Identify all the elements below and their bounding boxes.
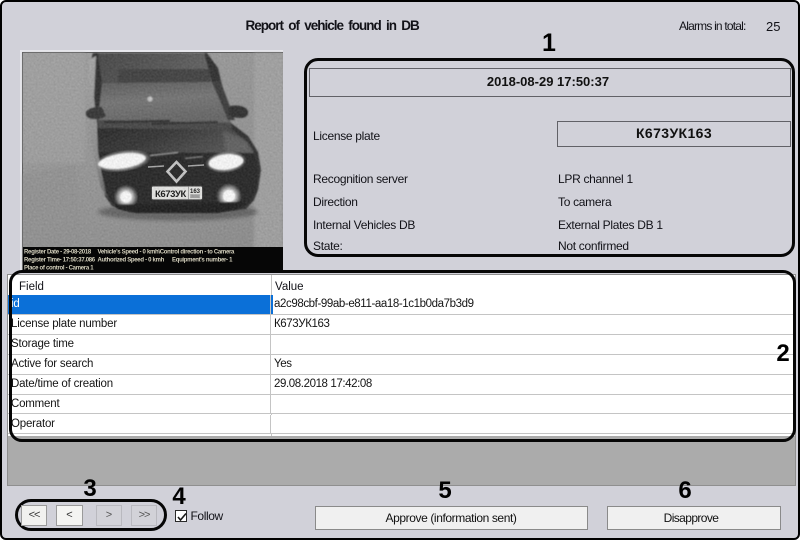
svg-text:Register Time- 17:50:37.086Aut: Register Time- 17:50:37.086Authorized Sp… (24, 258, 233, 264)
svg-text:Register Date - 29-08-2018Vehi: Register Date - 29-08-2018Vehicle's Spee… (24, 250, 235, 256)
